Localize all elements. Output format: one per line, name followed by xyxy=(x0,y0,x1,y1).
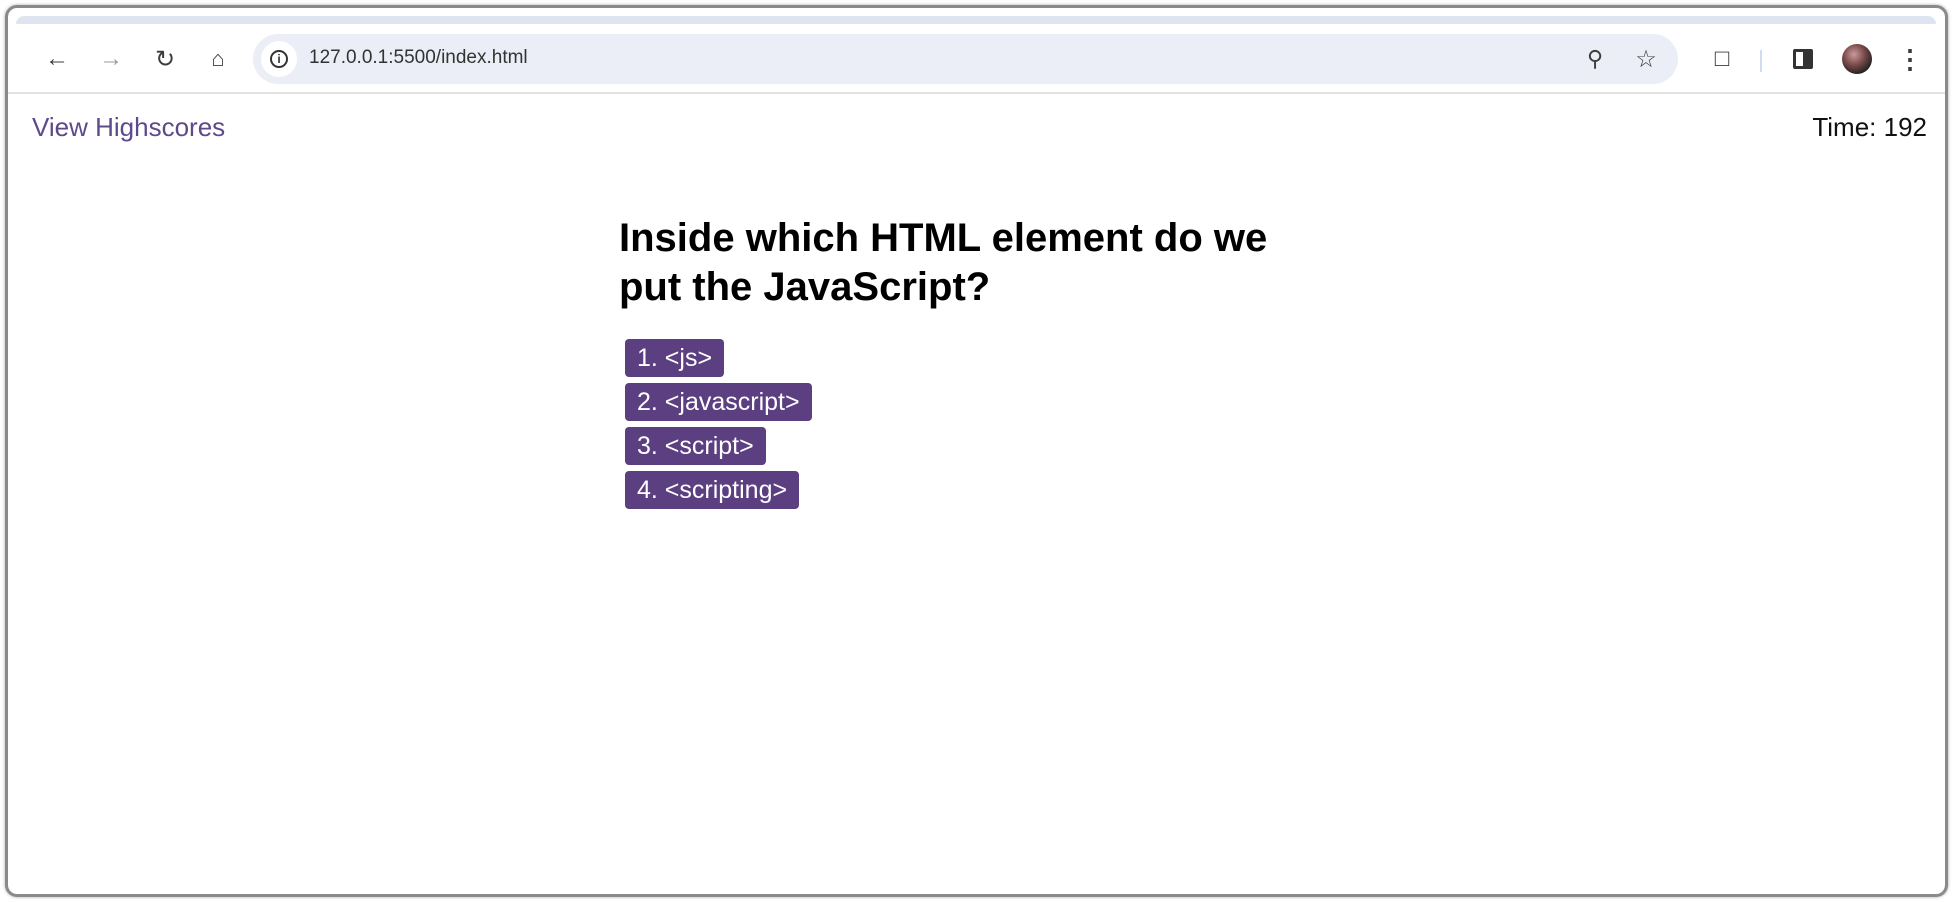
url-text[interactable]: 127.0.0.1:5500/index.html xyxy=(309,47,528,69)
timer: Time: 192 xyxy=(1812,112,1927,142)
choice-button-4[interactable]: 4. <scripting> xyxy=(625,471,800,509)
choice-button-2[interactable]: 2. <javascript> xyxy=(625,383,812,421)
bookmark-star-icon[interactable]: ☆ xyxy=(1629,42,1663,76)
view-highscores-link[interactable]: View Highscores xyxy=(32,112,225,143)
zoom-icon[interactable]: ⚲ xyxy=(1578,42,1612,76)
browser-window: ← → ↻ ⌂ i 127.0.0.1:5500/index.html ⚲ ☆ … xyxy=(5,5,1948,897)
home-icon[interactable]: ⌂ xyxy=(201,42,235,76)
toolbar-divider xyxy=(1760,50,1762,72)
question-title: Inside which HTML element do we put the … xyxy=(619,216,1268,309)
site-info-icon[interactable]: i xyxy=(261,41,297,77)
reload-icon[interactable]: ↻ xyxy=(148,42,182,76)
quiz-card: Inside which HTML element do we put the … xyxy=(619,214,1339,515)
menu-icon[interactable]: ⋮ xyxy=(1893,42,1927,76)
forward-icon[interactable]: → xyxy=(94,42,128,76)
side-panel-icon[interactable] xyxy=(1786,42,1820,76)
choice-button-1[interactable]: 1. <js> xyxy=(625,339,725,377)
choice-button-3[interactable]: 3. <script> xyxy=(625,427,766,465)
browser-toolbar: ← → ↻ ⌂ i 127.0.0.1:5500/index.html ⚲ ☆ … xyxy=(8,24,1945,94)
page-content: View Highscores Time: 192 Inside which H… xyxy=(8,96,1945,894)
address-bar[interactable]: i 127.0.0.1:5500/index.html ⚲ ☆ xyxy=(253,34,1678,84)
extensions-icon[interactable]: □ xyxy=(1705,42,1739,76)
choices-list: 1. <js> 2. <javascript> 3. <script> 4. <… xyxy=(619,339,1339,509)
back-icon[interactable]: ← xyxy=(40,42,74,76)
profile-avatar[interactable] xyxy=(1840,42,1874,76)
tab-strip xyxy=(16,16,1936,24)
